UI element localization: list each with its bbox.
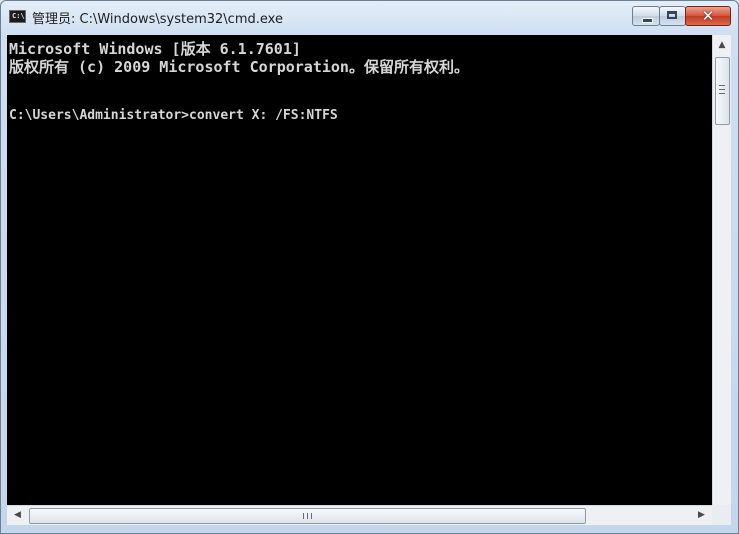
grip-line <box>303 513 304 519</box>
grip-line <box>307 513 308 519</box>
close-button[interactable]: ✕ <box>685 6 731 26</box>
scroll-up-icon[interactable]: ▲ <box>713 37 731 54</box>
vertical-scrollbar[interactable]: ▲ <box>712 35 731 505</box>
vertical-scroll-thumb[interactable] <box>715 57 730 125</box>
grip-line <box>719 89 725 90</box>
cmd-icon[interactable]: C:\ <box>9 10 26 23</box>
console-line: Microsoft Windows [版本 6.1.7601] <box>9 40 301 58</box>
grip-line <box>719 93 725 94</box>
close-icon: ✕ <box>701 7 715 25</box>
command-line[interactable]: C:\Users\Administrator>convert X: /FS:NT… <box>9 106 338 126</box>
console-output[interactable]: Microsoft Windows [版本 6.1.7601] 版权所有 (c)… <box>7 35 712 505</box>
size-grip[interactable] <box>712 505 731 525</box>
horizontal-scrollbar[interactable]: ◀ ▶ <box>7 505 712 525</box>
grip-line <box>311 513 312 519</box>
maximize-button[interactable] <box>659 6 686 26</box>
minimize-button[interactable] <box>632 6 660 26</box>
window-title: 管理员: C:\Windows\system32\cmd.exe <box>32 12 283 27</box>
console-line: 版权所有 (c) 2009 Microsoft Corporation。保留所有… <box>9 58 469 76</box>
horizontal-scroll-thumb[interactable] <box>29 508 586 524</box>
cmd-icon-text: C:\ <box>12 12 25 20</box>
title-bar[interactable]: C:\ 管理员: C:\Windows\system32\cmd.exe ✕ <box>1 1 738 32</box>
maximize-icon <box>667 11 677 19</box>
scroll-left-icon[interactable]: ◀ <box>9 506 26 524</box>
grip-line <box>719 85 725 86</box>
scroll-right-icon[interactable]: ▶ <box>693 506 710 524</box>
cmd-window: C:\ 管理员: C:\Windows\system32\cmd.exe ✕ M… <box>0 0 739 534</box>
minimize-icon <box>642 18 653 23</box>
